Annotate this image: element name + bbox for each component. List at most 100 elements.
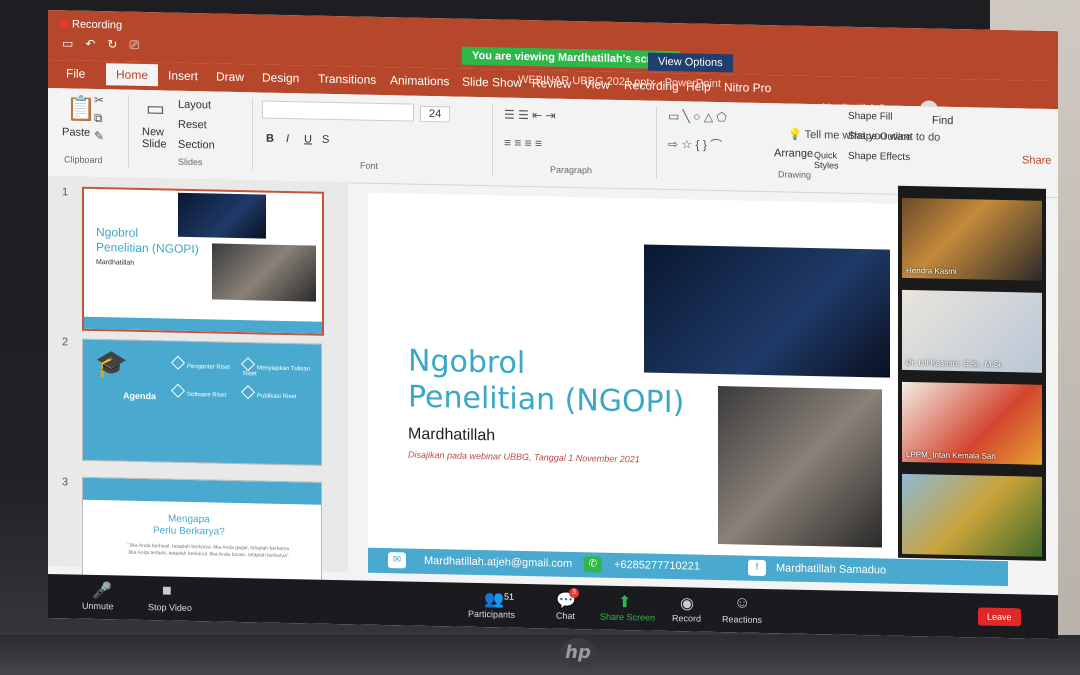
- separator: [492, 103, 493, 176]
- thumb-quote: "Jika Anda berhasil, tetaplah berkarya J…: [127, 542, 289, 560]
- participants-button[interactable]: Participants: [468, 609, 515, 620]
- copy-icon[interactable]: ⧉: [94, 111, 103, 126]
- record-icon[interactable]: ◉: [680, 593, 694, 613]
- slide-email: Mardhatillah.atjeh@gmail.com: [424, 554, 573, 570]
- recording-indicator: Recording: [60, 18, 122, 32]
- bullets-icon[interactable]: ☰ ☰ ⇤ ⇥: [504, 108, 556, 123]
- slide-presenter: Mardhatillah: [408, 425, 496, 445]
- shape-effects-button[interactable]: Shape Effects: [848, 151, 910, 163]
- share-screen-icon[interactable]: ⬆: [618, 592, 631, 612]
- zoom-video-panel: Hendra Kasmi Dr. Lili Kasmini, S.Si., M.…: [898, 185, 1046, 561]
- view-options-button[interactable]: View Options: [648, 52, 733, 73]
- laptop-base: [0, 635, 1080, 675]
- shapes-gallery-row2-icon[interactable]: ⇨ ☆ { } ⌒: [668, 135, 722, 153]
- bold-button[interactable]: B: [266, 133, 274, 145]
- slide-facebook: Mardhatillah Samaduo: [776, 562, 887, 577]
- align-icon[interactable]: ≡ ≡ ≡ ≡: [504, 136, 542, 151]
- paste-icon[interactable]: 📋: [66, 94, 96, 124]
- participants-icon[interactable]: 👥: [484, 589, 504, 609]
- slide-photo-coffee: [718, 386, 882, 548]
- cut-icon[interactable]: ✂: [94, 93, 104, 107]
- new-slide-button[interactable]: New Slide: [142, 126, 172, 151]
- share-screen-button[interactable]: Share Screen: [600, 612, 655, 623]
- hp-logo: hp: [560, 638, 596, 668]
- screen: Recording ▭↶↻⎚ You are viewing Mardhatil…: [48, 10, 1058, 640]
- save-icon[interactable]: ▭: [62, 36, 85, 50]
- separator: [656, 106, 657, 179]
- thumb-photo: [212, 243, 316, 302]
- shadow-button[interactable]: S: [322, 134, 329, 146]
- layout-button[interactable]: Layout: [178, 99, 211, 112]
- font-size-select[interactable]: 24: [420, 105, 451, 123]
- paste-button[interactable]: Paste: [62, 126, 90, 139]
- participant-name: Dr. Lili Kasmini, S.Si., M.Si.: [906, 357, 1003, 370]
- video-camera-icon[interactable]: ■: [162, 582, 172, 600]
- thumb-title: Mengapa Perlu Berkarya?: [153, 513, 225, 538]
- slide-phone: +6285277710221: [614, 558, 700, 573]
- thumbnail-slide-3[interactable]: Mengapa Perlu Berkarya? "Jika Anda berhas…: [82, 476, 322, 584]
- group-slides: Slides: [178, 156, 203, 168]
- slide-subtitle: Disajikan pada webinar UBBG, Tanggal 1 N…: [408, 449, 640, 465]
- record-button[interactable]: Record: [672, 613, 701, 624]
- new-slide-icon[interactable]: ▭: [146, 96, 165, 121]
- whatsapp-icon: ✆: [584, 556, 602, 573]
- quick-styles-button[interactable]: Quick Styles: [814, 150, 844, 171]
- tab-file[interactable]: File: [66, 66, 85, 80]
- tab-insert[interactable]: Insert: [168, 69, 198, 84]
- find-button[interactable]: Find: [932, 115, 953, 127]
- thumb-agenda-title: Agenda: [123, 390, 157, 402]
- participant-name: Hendra Kasmi: [906, 265, 957, 277]
- video-tile[interactable]: [902, 473, 1042, 557]
- thumb-number: 2: [62, 336, 69, 349]
- slide-thumbnails-pane[interactable]: 1 Ngobrol Penelitian (NGOPI) Mardhatillah…: [48, 176, 348, 584]
- unmute-button[interactable]: Unmute: [82, 601, 114, 612]
- graduation-cap-icon: 🎓: [95, 347, 128, 379]
- reactions-button[interactable]: Reactions: [722, 614, 762, 625]
- separator: [128, 95, 129, 168]
- arrange-button[interactable]: Arrange: [774, 147, 813, 160]
- microphone-muted-icon[interactable]: 🎤: [92, 581, 112, 601]
- thumb-agenda-item: Pengantar Riset: [170, 355, 230, 371]
- video-tile[interactable]: Dr. Lili Kasmini, S.Si., M.Si.: [902, 289, 1042, 373]
- thumb-header-bar: [83, 477, 321, 505]
- present-icon[interactable]: ⎚: [129, 38, 151, 52]
- tab-home[interactable]: Home: [106, 63, 159, 87]
- thumb-presenter: Mardhatillah: [96, 259, 135, 267]
- chat-badge: 3: [569, 587, 579, 599]
- group-font: Font: [360, 160, 379, 171]
- font-family-select[interactable]: [262, 100, 414, 122]
- undo-icon[interactable]: ↶: [85, 37, 107, 51]
- thumbnail-slide-2[interactable]: 🎓 Agenda Pengantar Riset Menyiapkan Tuli…: [82, 338, 322, 466]
- redo-icon[interactable]: ↻: [107, 37, 129, 51]
- shapes-gallery-icon[interactable]: ▭ ╲ ○ △ ⬠: [668, 109, 727, 124]
- thumb-footer: [84, 316, 322, 334]
- video-tile[interactable]: Hendra Kasmi: [902, 197, 1042, 281]
- underline-button[interactable]: U: [304, 133, 312, 145]
- tab-draw[interactable]: Draw: [216, 70, 244, 85]
- tab-transitions[interactable]: Transitions: [318, 72, 376, 87]
- share-button[interactable]: Share: [1022, 154, 1051, 167]
- tab-animations[interactable]: Animations: [390, 73, 449, 88]
- section-button[interactable]: Section: [178, 139, 215, 152]
- thumbnail-slide-1[interactable]: Ngobrol Penelitian (NGOPI) Mardhatillah: [82, 186, 324, 336]
- thumb-title: Ngobrol Penelitian (NGOPI): [96, 225, 199, 257]
- reactions-icon[interactable]: ☺: [734, 594, 750, 612]
- email-icon: ✉: [388, 552, 406, 569]
- tab-design[interactable]: Design: [262, 70, 299, 85]
- facebook-icon: f: [748, 559, 766, 577]
- group-drawing: Drawing: [778, 169, 812, 180]
- tab-slide-show[interactable]: Slide Show: [462, 75, 522, 90]
- reset-button[interactable]: Reset: [178, 119, 207, 132]
- quick-access-toolbar[interactable]: ▭↶↻⎚: [62, 36, 151, 53]
- italic-button[interactable]: I: [286, 133, 289, 145]
- leave-button[interactable]: Leave: [978, 607, 1021, 627]
- chat-button[interactable]: Chat: [556, 611, 575, 621]
- slide-title: Ngobrol Penelitian (NGOPI): [408, 343, 685, 421]
- format-painter-icon[interactable]: ✎: [94, 129, 104, 143]
- group-clipboard: Clipboard: [64, 154, 103, 166]
- video-tile[interactable]: LPPM_Intan Kemala Sari: [902, 381, 1042, 465]
- tab-nitro-pro[interactable]: Nitro Pro: [724, 80, 771, 95]
- thumb-number: 1: [62, 186, 69, 199]
- stop-video-button[interactable]: Stop Video: [148, 602, 192, 613]
- shape-fill-button[interactable]: Shape Fill: [848, 111, 892, 123]
